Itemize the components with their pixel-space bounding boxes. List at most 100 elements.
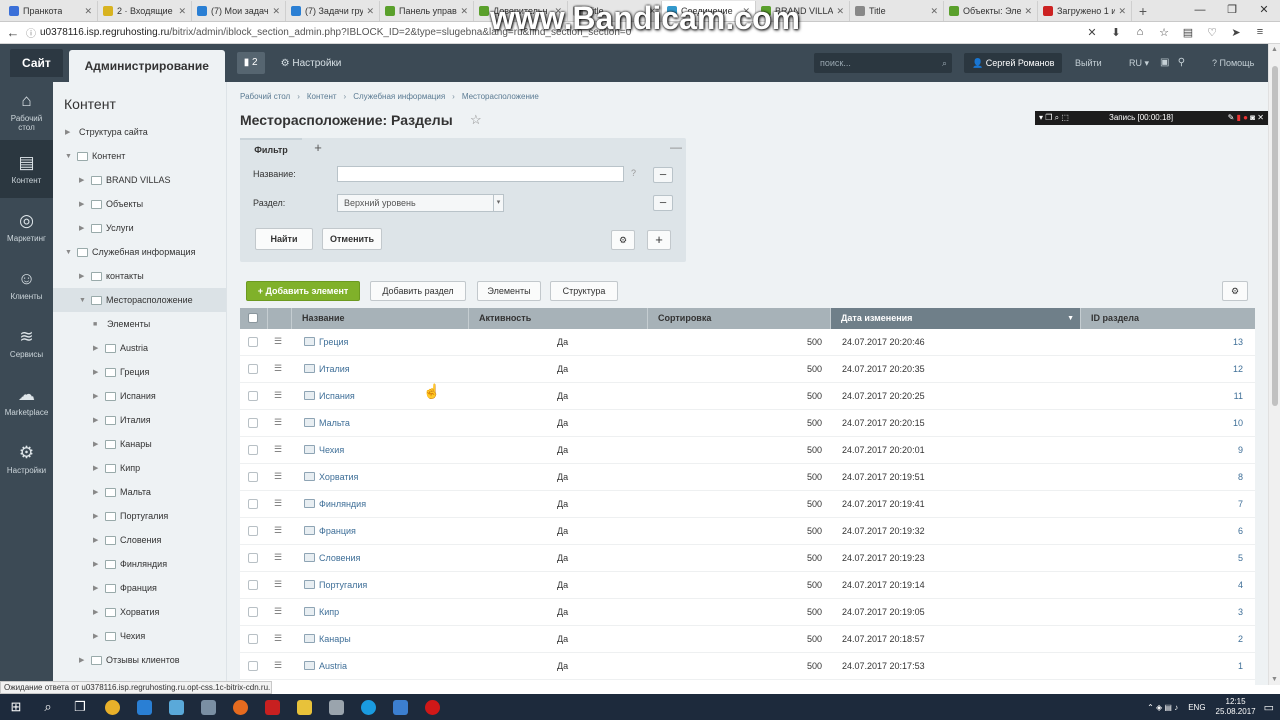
table-row[interactable]: ☰ Греция Да 500 24.07.2017 20:20:46 13 — [240, 329, 1255, 356]
tree-item[interactable]: ▶ Франция — [53, 576, 226, 600]
close-tab-icon[interactable]: ✕ — [833, 6, 844, 17]
left-nav-item[interactable]: ▤ Контент — [0, 140, 53, 198]
left-nav-item[interactable]: ≋ Сервисы — [0, 314, 53, 372]
tree-item[interactable]: ▼ Контент — [53, 144, 226, 168]
collapsed-arrow-icon[interactable]: ▶ — [93, 608, 103, 616]
section-select[interactable]: Верхний уровень ▾ — [337, 194, 504, 212]
column-date[interactable]: Дата изменения ▼ — [831, 308, 1081, 329]
collapsed-arrow-icon[interactable]: ▶ — [93, 344, 103, 352]
select-all-checkbox-cell[interactable] — [240, 308, 268, 329]
bookmark-icon[interactable]: ☆ — [1152, 26, 1176, 39]
expanded-arrow-icon[interactable]: ▼ — [65, 153, 75, 160]
tree-item[interactable]: ▶ Португалия — [53, 504, 226, 528]
add-element-button[interactable]: + Добавить элемент — [246, 281, 360, 301]
row-checkbox[interactable] — [248, 445, 258, 455]
close-tab-icon[interactable]: ✕ — [175, 6, 186, 17]
collapsed-arrow-icon[interactable]: ▶ — [93, 536, 103, 544]
row-checkbox[interactable] — [248, 553, 258, 563]
admin-search-input[interactable]: поиск... ⌕ — [814, 53, 952, 73]
tree-item[interactable]: ▼ Служебная информация — [53, 240, 226, 264]
section-name-link[interactable]: Кипр — [319, 599, 339, 626]
name-filter-input[interactable] — [337, 166, 624, 182]
section-name-link[interactable]: Греция — [319, 329, 348, 356]
close-tab-icon[interactable]: ✕ — [457, 6, 468, 17]
browser-tab[interactable]: Пранкота ✕ — [4, 1, 98, 21]
row-menu-icon[interactable]: ☰ — [274, 660, 282, 671]
notifications-button[interactable]: ▮ 2 — [236, 52, 265, 74]
column-active[interactable]: Активность — [469, 308, 648, 329]
elements-button[interactable]: Элементы — [477, 281, 541, 301]
row-menu-icon[interactable]: ☰ — [274, 417, 282, 428]
row-menu-icon[interactable]: ☰ — [274, 390, 282, 401]
table-row[interactable]: ☰ Кипр Да 500 24.07.2017 20:19:05 3 — [240, 599, 1255, 626]
collapsed-arrow-icon[interactable]: ▶ — [93, 560, 103, 568]
favorite-star-icon[interactable]: ☆ — [470, 112, 482, 128]
expanded-arrow-icon[interactable]: ▼ — [65, 249, 75, 256]
section-name-link[interactable]: Канары — [319, 626, 351, 653]
add-filter-field-button[interactable]: + — [647, 230, 671, 250]
table-row[interactable]: ☰ Austria Да 500 24.07.2017 20:17:53 1 — [240, 653, 1255, 680]
pin-icon[interactable]: ⚲ — [1178, 57, 1185, 68]
close-tab-icon[interactable]: ✕ — [269, 6, 280, 17]
home-icon[interactable]: ⌂ — [1128, 26, 1152, 39]
tray-language[interactable]: ENG — [1188, 703, 1205, 712]
shield-icon[interactable]: ♡ — [1200, 26, 1224, 39]
table-row[interactable]: ☰ Франция Да 500 24.07.2017 20:19:32 6 — [240, 518, 1255, 545]
section-name-link[interactable]: Мальта — [319, 410, 350, 437]
breadcrumb-item[interactable]: Месторасположение — [462, 92, 539, 101]
bullet-icon[interactable]: ■ — [93, 321, 103, 328]
notification-center-icon[interactable]: ▭ — [1264, 701, 1274, 714]
left-nav-item[interactable]: ⌂ Рабочий стол — [0, 82, 53, 140]
collapsed-arrow-icon[interactable]: ▶ — [93, 416, 103, 424]
taskbar-search-icon[interactable]: ⌕ — [32, 694, 64, 720]
tree-item[interactable]: ■ Элементы — [53, 312, 226, 336]
clear-url-icon[interactable]: ✕ — [1080, 26, 1104, 39]
row-checkbox[interactable] — [248, 526, 258, 536]
section-name-link[interactable]: Финляндия — [319, 491, 366, 518]
close-tab-icon[interactable]: ✕ — [81, 6, 92, 17]
browser-tab[interactable]: (7) Задачи груп ✕ — [286, 1, 380, 21]
select-all-checkbox[interactable] — [248, 313, 258, 323]
row-checkbox[interactable] — [248, 634, 258, 644]
collapsed-arrow-icon[interactable]: ▶ — [79, 656, 89, 664]
close-window-button[interactable]: ✕ — [1248, 0, 1280, 22]
section-id-link[interactable]: 12 — [1233, 356, 1243, 383]
row-menu-icon[interactable]: ☰ — [274, 633, 282, 644]
row-menu-icon[interactable]: ☰ — [274, 336, 282, 347]
row-menu-icon[interactable]: ☰ — [274, 525, 282, 536]
row-checkbox[interactable] — [248, 661, 258, 671]
table-row[interactable]: ☰ Италия Да 500 24.07.2017 20:20:35 12 — [240, 356, 1255, 383]
collapsed-arrow-icon[interactable]: ▶ — [65, 128, 75, 136]
menu-icon[interactable]: ≡ — [1248, 26, 1272, 39]
screen-icon[interactable]: ▣ — [1160, 57, 1169, 68]
cancel-button[interactable]: Отменить — [322, 228, 382, 250]
logout-link[interactable]: Выйти — [1075, 44, 1102, 82]
collapsed-arrow-icon[interactable]: ▶ — [93, 488, 103, 496]
tree-item[interactable]: ▶ Греция — [53, 360, 226, 384]
section-id-link[interactable]: 5 — [1238, 545, 1243, 572]
section-id-link[interactable]: 3 — [1238, 599, 1243, 626]
browser-tab[interactable]: Title ✕ — [850, 1, 944, 21]
section-id-link[interactable]: 2 — [1238, 626, 1243, 653]
page-scrollbar[interactable]: ▲ ▼ — [1268, 44, 1280, 685]
section-name-link[interactable]: Испания — [319, 383, 355, 410]
settings-link[interactable]: ⚙ Настройки — [281, 58, 342, 69]
app-icon[interactable] — [384, 694, 416, 720]
tree-item[interactable]: ▶ BRAND VILLAS — [53, 168, 226, 192]
recorder-actions[interactable]: ✎ ▮ ● ◙ ✕ — [1228, 111, 1264, 125]
tree-item[interactable]: ▶ Austria — [53, 336, 226, 360]
collapsed-arrow-icon[interactable]: ▶ — [93, 584, 103, 592]
left-nav-item[interactable]: ⚙ Настройки — [0, 430, 53, 488]
row-menu-icon[interactable]: ☰ — [274, 444, 282, 455]
table-row[interactable]: ☰ Словения Да 500 24.07.2017 20:19:23 5 — [240, 545, 1255, 572]
scroll-up-icon[interactable]: ▲ — [1271, 46, 1278, 53]
table-row[interactable]: ☰ Канары Да 500 24.07.2017 20:18:57 2 — [240, 626, 1255, 653]
filezilla-icon[interactable] — [256, 694, 288, 720]
section-name-link[interactable]: Чехия — [319, 437, 344, 464]
section-id-link[interactable]: 10 — [1233, 410, 1243, 437]
row-checkbox[interactable] — [248, 499, 258, 509]
firefox-icon[interactable] — [224, 694, 256, 720]
collapsed-arrow-icon[interactable]: ▶ — [93, 392, 103, 400]
row-checkbox[interactable] — [248, 364, 258, 374]
collapsed-arrow-icon[interactable]: ▶ — [79, 272, 89, 280]
